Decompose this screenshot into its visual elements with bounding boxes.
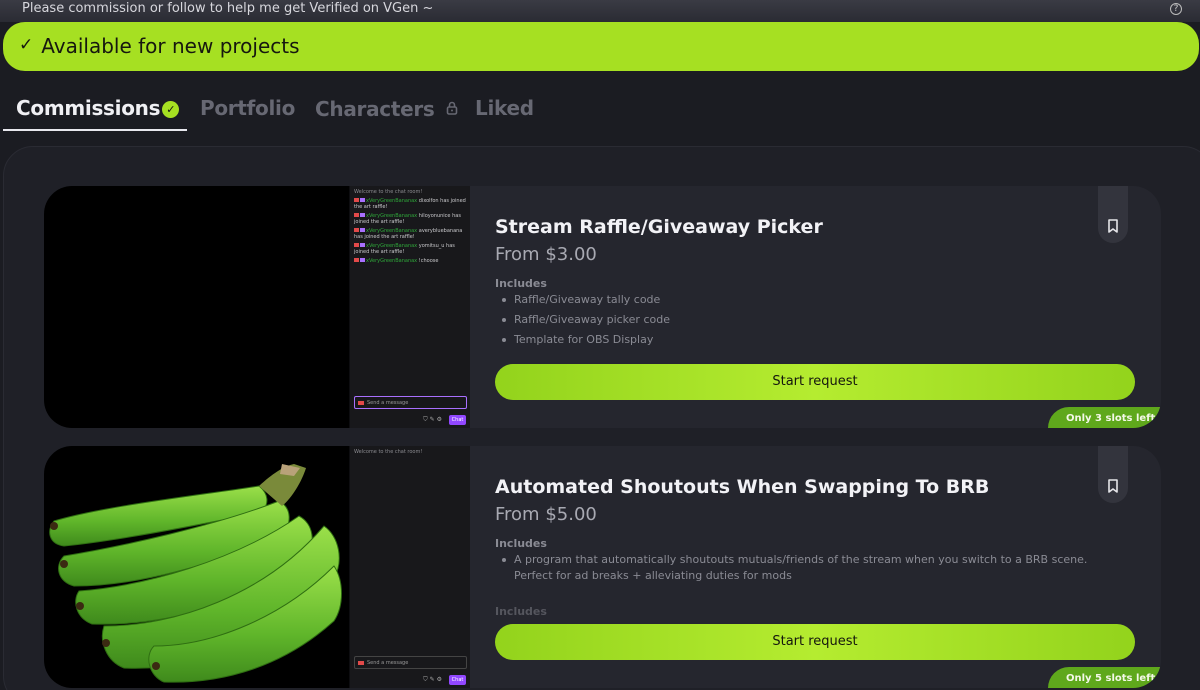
tab-portfolio-label: Portfolio [200,96,296,120]
checkmark-icon: ✓ [19,35,34,55]
bookmark-icon [1108,219,1118,233]
commission-thumbnail[interactable]: Welcome to the chat room! Send a message… [44,446,470,688]
verified-check-icon: ✓ [162,101,180,118]
question-circle-icon[interactable]: ? [1170,3,1182,15]
chat-tool-icons: ⛉✎⚙ [423,676,444,683]
chat-preview: Welcome to the chat room! xVeryGreenBana… [349,186,470,428]
verification-notice-bar: Please commission or follow to help me g… [0,0,1200,22]
chat-welcome: Welcome to the chat room! [354,449,423,455]
tab-liked-label: Liked [475,96,534,120]
tab-portfolio[interactable]: Portfolio [200,96,295,120]
tab-characters[interactable]: Characters [315,96,458,121]
list-item: Template for OBS Display [495,332,1120,348]
tab-liked[interactable]: Liked [475,96,534,120]
active-tab-indicator [3,129,187,131]
slots-remaining-badge: Only 5 slots left [1048,667,1161,688]
start-request-button[interactable]: Start request [495,364,1135,400]
commission-price: From $5.00 [495,504,597,525]
includes-label: Includes [495,277,547,290]
chat-line: xVeryGreenBananax yomitsu_u has joined t… [354,243,455,255]
chat-line: xVeryGreenBananax hiloyonunice has joine… [354,213,461,225]
lock-icon [446,96,458,120]
availability-text: Available for new projects [41,34,300,58]
list-item: A program that automatically shoutouts m… [495,552,1120,584]
banana-bunch-image [49,464,342,683]
chat-send-button: Chat [449,675,466,685]
chat-tool-icons: ⛉✎⚙ [423,416,444,423]
includes-label-faded: Includes [495,605,547,618]
includes-list: A program that automatically shoutouts m… [495,552,1120,588]
list-item: Raffle/Giveaway picker code [495,312,1120,328]
commission-card: Welcome to the chat room! xVeryGreenBana… [44,186,1161,428]
commission-title[interactable]: Automated Shoutouts When Swapping To BRB [495,476,989,498]
includes-label: Includes [495,537,547,550]
start-request-button[interactable]: Start request [495,624,1135,660]
slots-remaining-badge: Only 3 slots left [1048,407,1161,428]
tab-characters-label: Characters [315,97,435,121]
commission-info: Automated Shoutouts When Swapping To BRB… [495,446,1135,688]
tab-commissions-label: Commissions [16,96,161,120]
commission-card: Welcome to the chat room! Send a message… [44,446,1161,688]
chat-line: xVeryGreenBananax !choose [354,258,466,264]
chat-line: xVeryGreenBananax averybluebanana has jo… [354,228,463,240]
profile-tabs: Commissions ✓ Portfolio Characters Liked [0,96,1200,132]
notice-text: Please commission or follow to help me g… [22,1,434,16]
commission-title[interactable]: Stream Raffle/Giveaway Picker [495,216,823,238]
includes-list: Raffle/Giveaway tally code Raffle/Giveaw… [495,292,1120,352]
commission-price: From $3.00 [495,244,597,265]
tab-commissions[interactable]: Commissions ✓ [16,96,180,120]
availability-banner: ✓ Available for new projects [3,22,1199,71]
bookmark-button[interactable] [1098,186,1128,243]
chat-welcome: Welcome to the chat room! [354,189,423,195]
chat-input: Send a message [354,656,467,669]
bookmark-icon [1108,479,1118,493]
chat-input: Send a message [354,396,467,409]
chat-line: xVeryGreenBananax dixolfon has joined th… [354,198,466,210]
chat-preview: Welcome to the chat room! Send a message… [349,446,470,688]
list-item: Raffle/Giveaway tally code [495,292,1120,308]
bookmark-button[interactable] [1098,446,1128,503]
commission-thumbnail[interactable]: Welcome to the chat room! xVeryGreenBana… [44,186,470,428]
commission-info: Stream Raffle/Giveaway Picker From $3.00… [495,186,1135,428]
chat-send-button: Chat [449,415,466,425]
